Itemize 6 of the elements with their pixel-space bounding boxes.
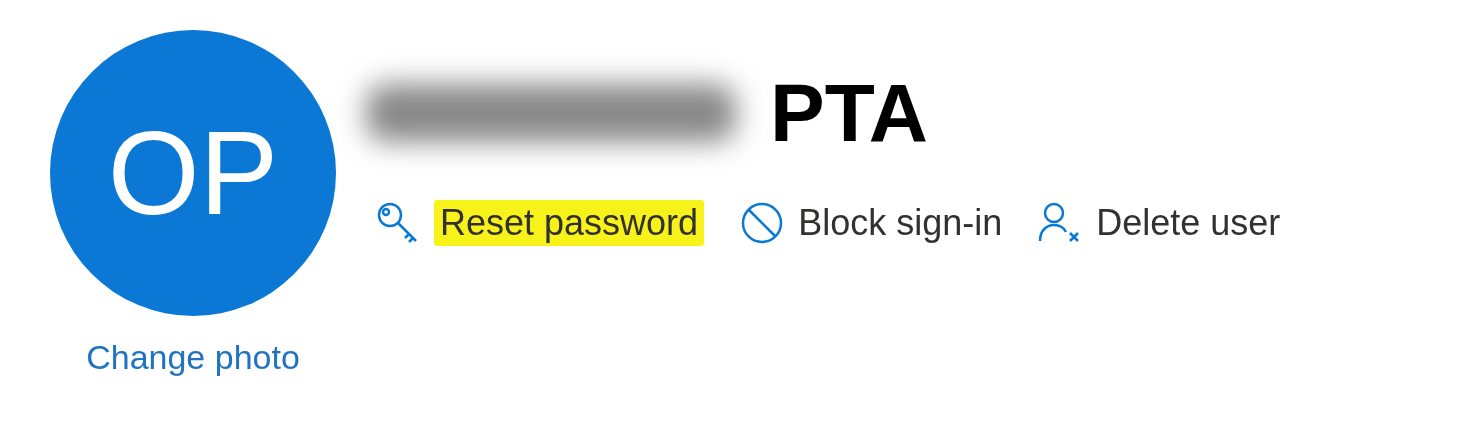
block-icon: [740, 201, 785, 245]
delete-user-button[interactable]: Delete user: [1038, 201, 1281, 245]
block-button[interactable]: Block sign-in: [740, 201, 1003, 245]
change-photo-link[interactable]: Change photo: [86, 338, 300, 377]
avatar: OP: [50, 30, 336, 316]
user-name: PTA: [770, 66, 928, 160]
